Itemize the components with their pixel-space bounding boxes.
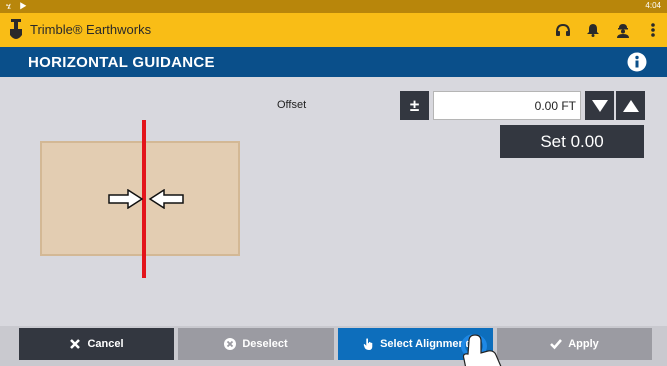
info-icon[interactable] bbox=[627, 52, 647, 72]
check-icon bbox=[550, 339, 563, 350]
bell-icon[interactable] bbox=[585, 21, 601, 39]
triangle-down-icon bbox=[591, 99, 608, 112]
increment-button[interactable] bbox=[616, 91, 645, 120]
status-icons: ሄ ▶ bbox=[6, 1, 30, 11]
offset-label: Offset bbox=[277, 99, 307, 111]
close-icon bbox=[70, 339, 81, 349]
system-status-bar: ሄ ▶ 4:04 bbox=[0, 0, 667, 13]
deselect-label: Deselect bbox=[242, 338, 288, 350]
cancel-button[interactable]: Cancel bbox=[19, 328, 174, 360]
status-time: 4:04 bbox=[645, 1, 661, 10]
offset-arrows-icon bbox=[108, 189, 184, 209]
headset-icon[interactable] bbox=[555, 21, 571, 39]
triangle-up-icon bbox=[622, 99, 639, 112]
set-offset-button[interactable]: Set 0.00 bbox=[500, 125, 644, 158]
operator-icon[interactable] bbox=[615, 21, 631, 39]
hand-pointer-icon bbox=[363, 338, 373, 350]
shovel-icon bbox=[10, 19, 22, 39]
plus-minus-button[interactable]: ± bbox=[400, 91, 429, 120]
decrement-button[interactable] bbox=[585, 91, 614, 120]
deselect-button[interactable]: Deselect bbox=[178, 328, 334, 360]
apply-button[interactable]: Apply bbox=[497, 328, 652, 360]
page-header: HORIZONTAL GUIDANCE bbox=[0, 47, 667, 77]
app-title: Trimble® Earthworks bbox=[30, 22, 152, 37]
action-bar: Cancel Deselect Select Alignment Apply bbox=[0, 326, 667, 366]
touch-hand-icon bbox=[461, 334, 502, 366]
more-vert-icon[interactable] bbox=[645, 21, 661, 39]
app-bar: Trimble® Earthworks bbox=[0, 13, 667, 47]
apply-label: Apply bbox=[568, 338, 599, 350]
page-title: HORIZONTAL GUIDANCE bbox=[28, 54, 215, 71]
offset-input[interactable]: 0.00 FT bbox=[433, 91, 581, 120]
cancel-label: Cancel bbox=[87, 338, 124, 350]
circle-x-icon bbox=[224, 338, 237, 350]
guidance-content: Offset ± 0.00 FT Set 0.00 bbox=[0, 77, 667, 326]
app-actions bbox=[555, 19, 661, 41]
